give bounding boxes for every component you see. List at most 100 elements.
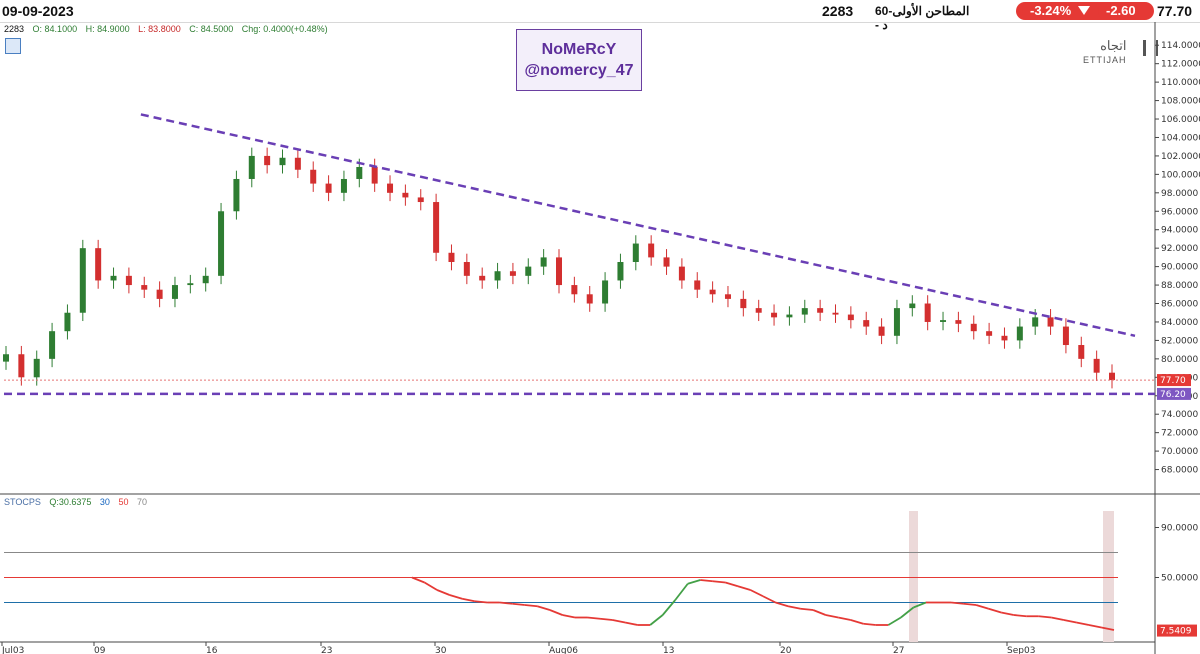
candle-body bbox=[540, 257, 547, 267]
stoch-line-segment bbox=[599, 617, 613, 621]
y-tick-label: 110.0000 bbox=[1161, 78, 1200, 88]
stoch-line-segment bbox=[587, 616, 601, 620]
candle-body bbox=[310, 169, 317, 184]
stoch-line-segment bbox=[449, 594, 463, 600]
stoch-line-segment bbox=[1076, 621, 1090, 626]
candle-body bbox=[1093, 358, 1100, 373]
x-tick-label: 13 bbox=[663, 646, 674, 654]
x-tick-label: Sep03 bbox=[1007, 646, 1035, 654]
stoch-line-segment bbox=[612, 619, 626, 624]
y-tick-label: 90.0000 bbox=[1161, 263, 1198, 273]
candle-body bbox=[387, 183, 394, 193]
stoch-line-segment bbox=[649, 614, 664, 626]
candle-body bbox=[356, 166, 363, 179]
stoch-line-segment bbox=[825, 614, 839, 619]
candle-body bbox=[264, 155, 271, 166]
candle-body bbox=[125, 275, 132, 286]
stoch-line-segment bbox=[725, 581, 739, 588]
y-tick-label: 72.0000 bbox=[1161, 429, 1198, 439]
candle-body bbox=[3, 354, 9, 362]
y-tick-label: 82.0000 bbox=[1161, 336, 1198, 346]
candle-body bbox=[617, 262, 624, 281]
candle-body bbox=[95, 248, 102, 281]
candle-body bbox=[494, 271, 501, 281]
stoch-line-segment bbox=[1063, 619, 1077, 624]
candle-body bbox=[79, 248, 86, 313]
candle-body bbox=[832, 312, 839, 315]
stoch-line-segment bbox=[549, 609, 563, 616]
x-tick-label: 20 bbox=[780, 646, 792, 654]
candle-body bbox=[248, 155, 255, 179]
y-tick-label: 106.0000 bbox=[1161, 115, 1200, 125]
y-tick-label: 104.0000 bbox=[1161, 133, 1200, 143]
stoch-line-segment bbox=[863, 622, 876, 626]
stoch-highlight-zone bbox=[1103, 511, 1114, 642]
x-tick-label: 09 bbox=[94, 646, 106, 654]
candle-body bbox=[909, 303, 916, 309]
stoch-line-segment bbox=[1001, 611, 1014, 616]
candle-body bbox=[1109, 372, 1115, 381]
chart-canvas[interactable]: 114.0000 112.0000 110.0000 108.0000 106.0000… bbox=[0, 0, 1200, 654]
candle-body bbox=[955, 320, 962, 324]
candle-body bbox=[33, 358, 40, 378]
candle-body bbox=[64, 312, 71, 332]
candle-body bbox=[279, 157, 286, 166]
stoch-line-segment bbox=[1088, 624, 1102, 629]
candle-body bbox=[479, 275, 486, 281]
y-tick-label: 70.0000 bbox=[1161, 447, 1198, 457]
stoch-line-segment bbox=[512, 602, 525, 606]
y-tick-label: 100.0000 bbox=[1161, 170, 1200, 180]
stoch-line-segment bbox=[562, 614, 576, 619]
stoch-line-segment bbox=[737, 585, 751, 591]
candle-body bbox=[294, 157, 301, 170]
candle-body bbox=[571, 285, 578, 295]
candle-body bbox=[694, 280, 701, 290]
stoch-line-segment bbox=[424, 581, 438, 591]
candle-body bbox=[602, 280, 609, 304]
candle-body bbox=[771, 312, 778, 318]
candle-body bbox=[171, 285, 178, 299]
stoch-line-segment bbox=[975, 604, 989, 610]
candle-body bbox=[755, 308, 762, 313]
stoch-line-segment bbox=[499, 601, 513, 605]
candle-body bbox=[218, 211, 225, 276]
candle-body bbox=[648, 243, 655, 258]
candle-body bbox=[740, 298, 747, 309]
candle-body bbox=[970, 323, 977, 332]
stoch-line-segment bbox=[1051, 616, 1065, 621]
candle-body bbox=[678, 266, 685, 281]
y-tick-label: 88.0000 bbox=[1161, 281, 1198, 291]
candle-body bbox=[878, 326, 885, 336]
candle-body bbox=[371, 166, 378, 184]
candle-body bbox=[525, 266, 532, 276]
candle-body bbox=[325, 183, 332, 193]
candle-body bbox=[156, 289, 163, 299]
y-tick-label: 108.0000 bbox=[1161, 97, 1200, 107]
candle-body bbox=[663, 257, 670, 267]
candle-body bbox=[187, 283, 194, 286]
x-tick-label: 16 bbox=[206, 646, 218, 654]
candle-body bbox=[556, 257, 562, 286]
candle-body bbox=[801, 308, 808, 315]
stoch-line-segment bbox=[712, 580, 726, 584]
candle-body bbox=[786, 314, 793, 318]
stoch-line-segment bbox=[787, 605, 801, 610]
stoch-y-tick-label: 90.0000 bbox=[1161, 524, 1198, 534]
stoch-line-segment bbox=[762, 595, 776, 604]
stoch-line-segment bbox=[624, 621, 638, 626]
stoch-line-segment bbox=[474, 600, 488, 604]
x-tick-label: 30 bbox=[435, 646, 447, 654]
candle-body bbox=[141, 285, 148, 290]
y-tick-label: 92.0000 bbox=[1161, 244, 1198, 254]
candle-body bbox=[1032, 317, 1039, 327]
candle-body bbox=[417, 197, 424, 203]
stoch-line-segment bbox=[800, 607, 814, 611]
candle-body bbox=[940, 320, 947, 322]
candle-body bbox=[433, 202, 440, 253]
stoch-value-tag-label: 7.5409 bbox=[1160, 627, 1192, 637]
candle-body bbox=[1062, 326, 1069, 346]
stoch-line-segment bbox=[988, 607, 1002, 614]
stoch-line-segment bbox=[1038, 615, 1052, 619]
stoch-line-segment bbox=[750, 589, 764, 598]
candle-body bbox=[463, 262, 470, 276]
